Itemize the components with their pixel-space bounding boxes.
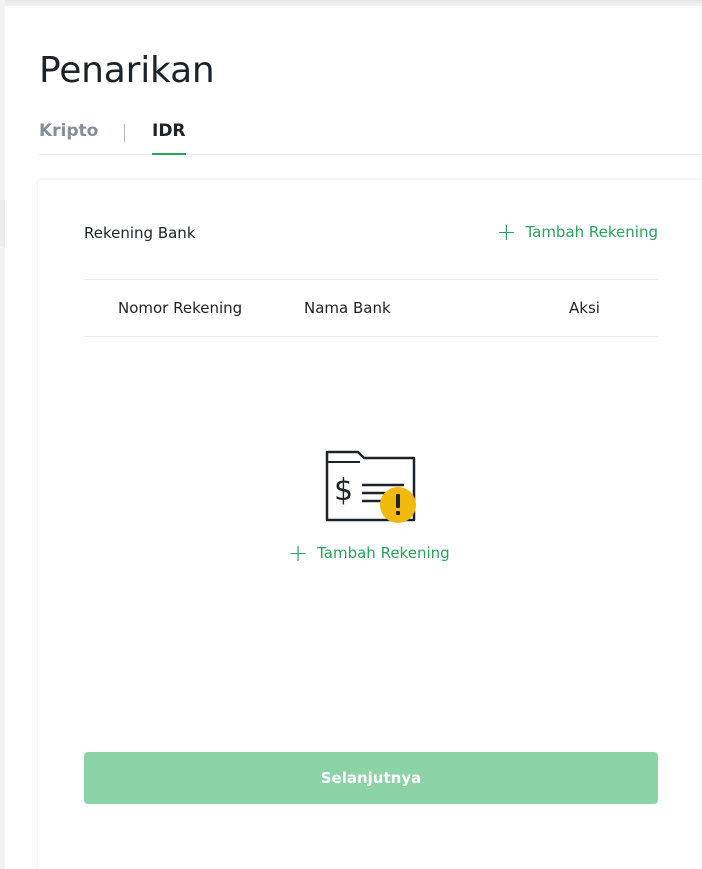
tab-kripto[interactable]: Kripto <box>39 121 98 141</box>
column-header-bank-name: Nama Bank <box>304 299 391 317</box>
next-button[interactable]: Selanjutnya <box>84 752 658 804</box>
empty-state-add-label: Tambah Rekening <box>317 544 450 562</box>
folder-dollar-warning-icon: $ <box>325 450 416 523</box>
add-account-label: Tambah Rekening <box>525 223 658 241</box>
page: Penarikan Kripto IDR Rekening Bank + Tam… <box>0 0 702 869</box>
plus-icon: + <box>496 218 517 246</box>
bank-section-label: Rekening Bank <box>84 224 196 242</box>
svg-text:$: $ <box>334 473 353 508</box>
tab-idr[interactable]: IDR <box>152 121 186 141</box>
add-account-button[interactable]: + Tambah Rekening <box>496 218 658 246</box>
bank-account-card: Rekening Bank + Tambah Rekening Nomor Re… <box>38 180 702 869</box>
column-header-account-number: Nomor Rekening <box>118 299 243 317</box>
bank-table-header: Nomor Rekening Nama Bank Aksi <box>84 279 658 337</box>
empty-state-add-account-button[interactable]: + Tambah Rekening <box>288 539 450 567</box>
plus-icon: + <box>288 539 309 567</box>
withdraw-tabs: Kripto IDR <box>39 112 702 155</box>
column-header-action: Aksi <box>569 299 600 317</box>
main-content: Penarikan Kripto IDR Rekening Bank + Tam… <box>5 6 702 869</box>
tab-divider <box>124 124 125 142</box>
page-title: Penarikan <box>39 50 215 91</box>
active-tab-indicator <box>152 153 186 155</box>
bank-section-header: Rekening Bank + Tambah Rekening <box>84 218 658 248</box>
